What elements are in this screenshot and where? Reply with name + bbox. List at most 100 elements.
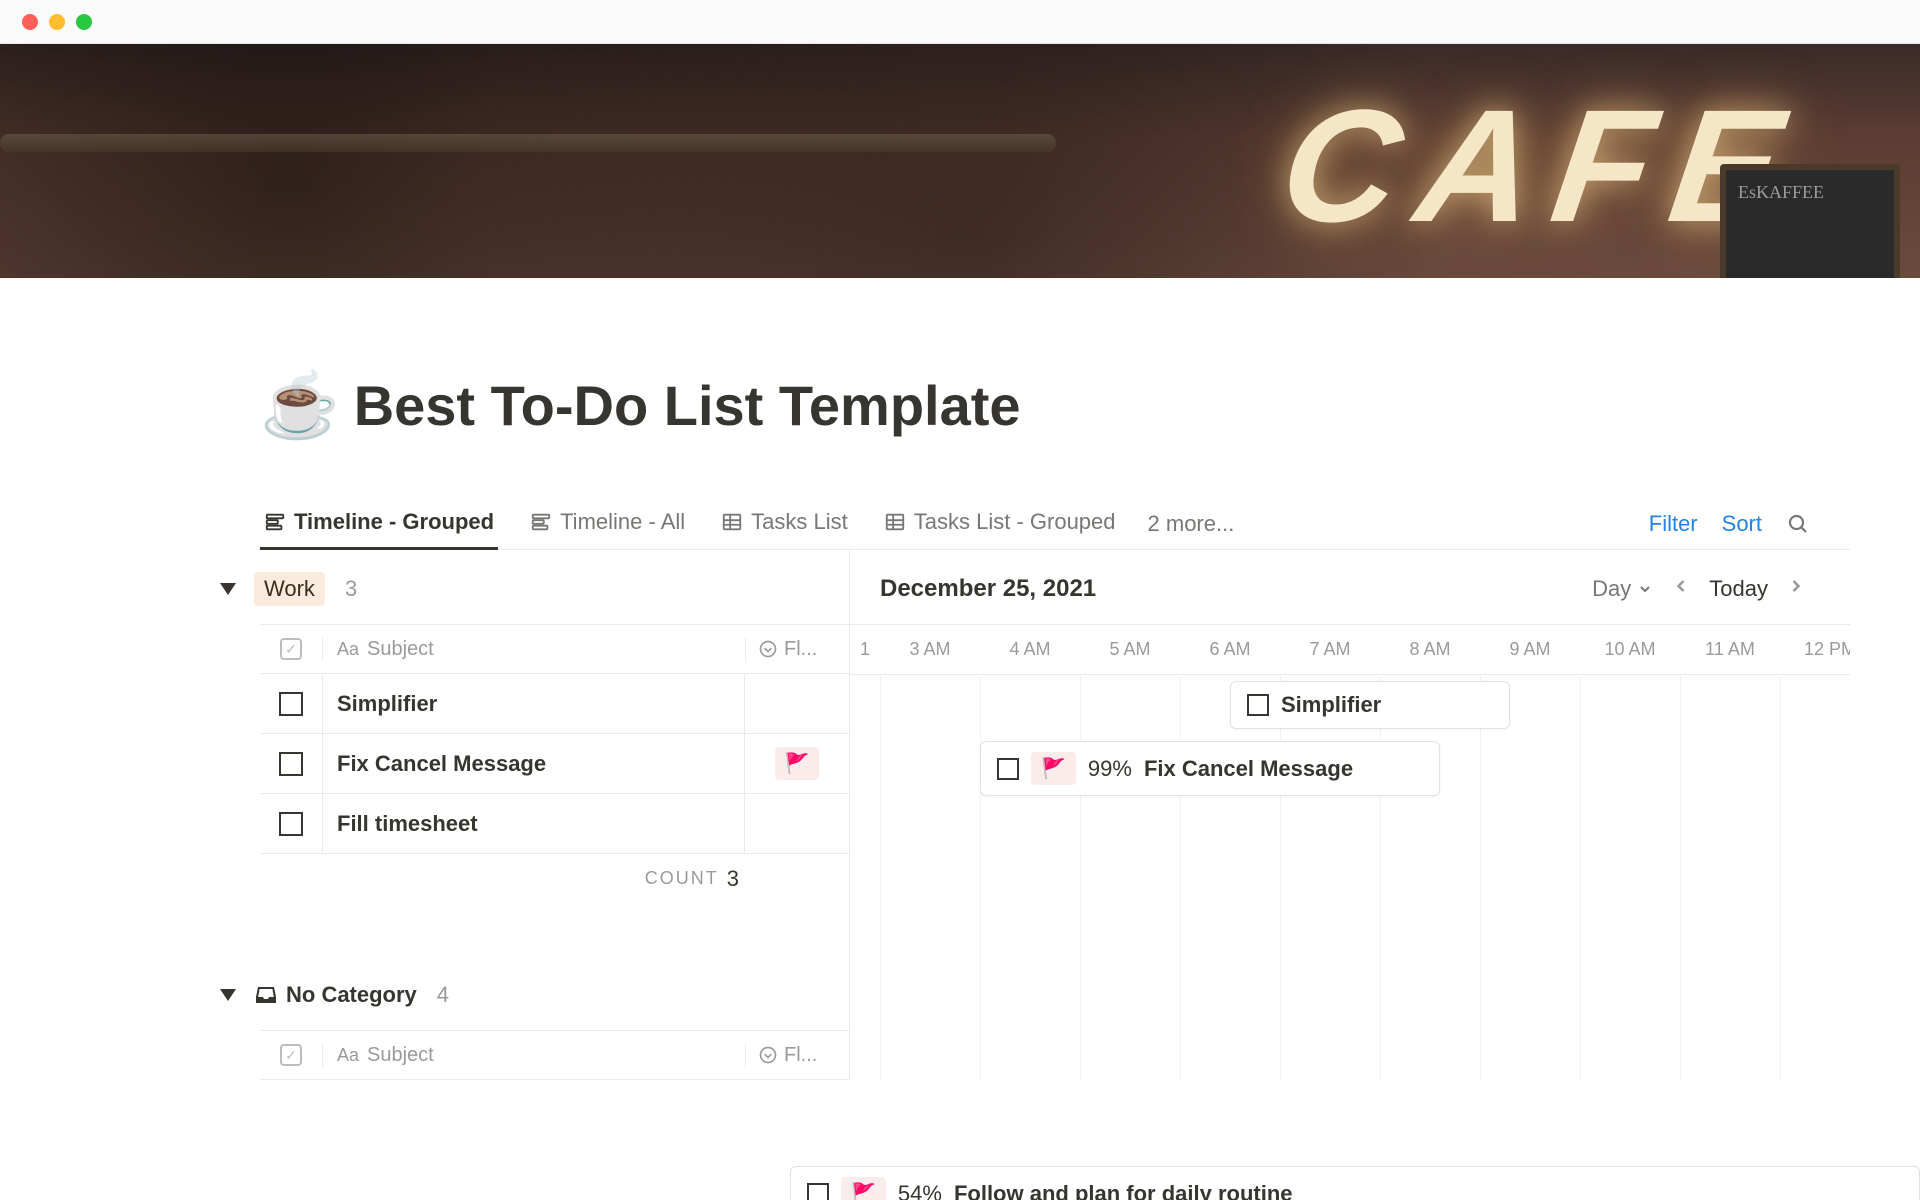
timeline-grid[interactable]: 1 3 AM 4 AM 5 AM 6 AM 7 AM 8 AM 9 AM 10 … — [850, 624, 1850, 975]
column-checkbox[interactable]: ✓ — [260, 1044, 322, 1066]
flag-icon: 🚩 — [785, 751, 810, 776]
count-value: 3 — [727, 866, 739, 892]
hour-label: 8 AM — [1380, 639, 1480, 660]
view-tab-bar: Timeline - Grouped Timeline - All Tasks … — [260, 499, 1850, 550]
tab-tasks-list-grouped[interactable]: Tasks List - Grouped — [880, 499, 1120, 549]
column-subject-label: Subject — [367, 638, 434, 661]
page-cover-image[interactable]: CAFE EsKAFFEE — [0, 44, 1920, 278]
task-flag-cell[interactable] — [745, 674, 849, 733]
hour-label: 1 — [850, 639, 880, 660]
task-checkbox-cell — [260, 692, 322, 716]
column-subject[interactable]: Aa Subject — [322, 638, 745, 661]
timeline-card-fix-cancel-message[interactable]: 🚩 99% Fix Cancel Message — [980, 741, 1440, 796]
column-checkbox[interactable]: ✓ — [260, 638, 322, 660]
collapse-toggle-icon[interactable] — [220, 583, 236, 595]
tabs-more[interactable]: 2 more... — [1148, 511, 1235, 537]
task-subject[interactable]: Simplifier — [322, 674, 745, 733]
timeline-controls: Day Today — [1592, 572, 1810, 606]
timeline-body[interactable]: Simplifier 🚩 99% Fix Cancel Message — [850, 675, 1850, 975]
task-checkbox-cell — [260, 812, 322, 836]
hour-label: 10 AM — [1580, 639, 1680, 660]
search-icon[interactable] — [1786, 512, 1810, 536]
tab-timeline-grouped[interactable]: Timeline - Grouped — [260, 499, 498, 549]
flag-icon: 🚩 — [851, 1181, 876, 1200]
column-flag[interactable]: Fl... — [745, 638, 849, 661]
timeline-icon — [264, 511, 286, 533]
checkbox[interactable] — [279, 692, 303, 716]
group-tag-no-category[interactable]: No Category — [254, 978, 417, 1012]
tab-label: Tasks List — [751, 509, 848, 535]
task-subject[interactable]: Fill timesheet — [322, 794, 745, 853]
card-percentage: 54% — [898, 1181, 942, 1200]
close-window-button[interactable] — [22, 14, 38, 30]
group-count-row: COUNT 3 — [260, 854, 849, 904]
prev-period-button[interactable] — [1667, 572, 1695, 606]
checkbox-header-icon: ✓ — [280, 1044, 302, 1066]
tab-label: Tasks List - Grouped — [914, 509, 1116, 535]
hour-labels-row: 1 3 AM 4 AM 5 AM 6 AM 7 AM 8 AM 9 AM 10 … — [850, 625, 1850, 675]
group-tag-work[interactable]: Work — [254, 572, 325, 606]
tab-tasks-list[interactable]: Tasks List — [717, 499, 852, 549]
timeline-date[interactable]: December 25, 2021 — [880, 575, 1096, 603]
task-row[interactable]: Fix Cancel Message 🚩 — [260, 734, 849, 794]
task-row[interactable]: Fill timesheet — [260, 794, 849, 854]
task-row[interactable]: Simplifier — [260, 674, 849, 734]
page-header: ☕ Best To-Do List Template — [260, 368, 1850, 443]
maximize-window-button[interactable] — [76, 14, 92, 30]
group-count: 3 — [345, 576, 357, 602]
cover-chalkboard: EsKAFFEE — [1720, 164, 1900, 278]
column-subject-label: Subject — [367, 1044, 434, 1067]
checkbox[interactable] — [997, 758, 1019, 780]
group-name-label: No Category — [286, 982, 417, 1008]
inbox-icon — [254, 983, 278, 1007]
cover-decor-pipe — [0, 134, 1056, 152]
timeline-card-peek[interactable]: 🚩 54% Follow and plan for daily routine — [790, 1166, 1920, 1200]
table-icon — [721, 511, 743, 533]
page-icon[interactable]: ☕ — [260, 368, 340, 443]
flag-chip: 🚩 — [775, 747, 820, 780]
column-subject[interactable]: Aa Subject — [322, 1044, 745, 1067]
flag-chip: 🚩 — [841, 1177, 886, 1200]
timeline-card-simplifier[interactable]: Simplifier — [1230, 681, 1510, 729]
tab-timeline-all[interactable]: Timeline - All — [526, 499, 689, 549]
sort-button[interactable]: Sort — [1722, 511, 1762, 537]
granularity-label: Day — [1592, 576, 1631, 602]
task-list-pane: Work 3 ✓ Aa Subject Fl... — [260, 550, 850, 1080]
today-button[interactable]: Today — [1709, 576, 1768, 602]
granularity-select[interactable]: Day — [1592, 576, 1653, 602]
column-flag[interactable]: Fl... — [745, 1044, 849, 1067]
checkbox[interactable] — [279, 812, 303, 836]
hour-label: 12 PM — [1780, 639, 1850, 660]
task-subject[interactable]: Fix Cancel Message — [322, 734, 745, 793]
task-flag-cell[interactable] — [745, 794, 849, 853]
chalkboard-text: EsKAFFEE — [1726, 170, 1894, 215]
task-flag-cell[interactable]: 🚩 — [745, 734, 849, 793]
tab-label: Timeline - All — [560, 509, 685, 535]
minimize-window-button[interactable] — [49, 14, 65, 30]
card-subject: Follow and plan for daily routine — [954, 1181, 1293, 1200]
column-flag-label: Fl... — [784, 638, 817, 661]
timeline-pane: December 25, 2021 Day Today — [850, 550, 1850, 1080]
card-percentage: 99% — [1088, 756, 1132, 782]
timeline-board: Work 3 ✓ Aa Subject Fl... — [260, 550, 1850, 1080]
select-property-icon — [758, 639, 778, 659]
page-title[interactable]: Best To-Do List Template — [354, 373, 1021, 438]
group-header-no-category[interactable]: No Category 4 — [220, 956, 849, 1030]
checkbox[interactable] — [279, 752, 303, 776]
window-titlebar — [0, 0, 1920, 44]
hour-label: 7 AM — [1280, 639, 1380, 660]
column-flag-label: Fl... — [784, 1044, 817, 1067]
checkbox[interactable] — [1247, 694, 1269, 716]
next-period-button[interactable] — [1782, 572, 1810, 606]
card-subject: Simplifier — [1281, 692, 1381, 718]
text-property-icon: Aa — [337, 639, 359, 660]
hour-label: 6 AM — [1180, 639, 1280, 660]
text-property-icon: Aa — [337, 1045, 359, 1066]
table-column-header: ✓ Aa Subject Fl... — [260, 624, 849, 674]
collapse-toggle-icon[interactable] — [220, 989, 236, 1001]
group-count: 4 — [437, 982, 449, 1008]
filter-button[interactable]: Filter — [1649, 511, 1698, 537]
checkbox[interactable] — [807, 1183, 829, 1200]
group-header-work[interactable]: Work 3 — [220, 550, 849, 624]
table-column-header: ✓ Aa Subject Fl... — [260, 1030, 849, 1080]
